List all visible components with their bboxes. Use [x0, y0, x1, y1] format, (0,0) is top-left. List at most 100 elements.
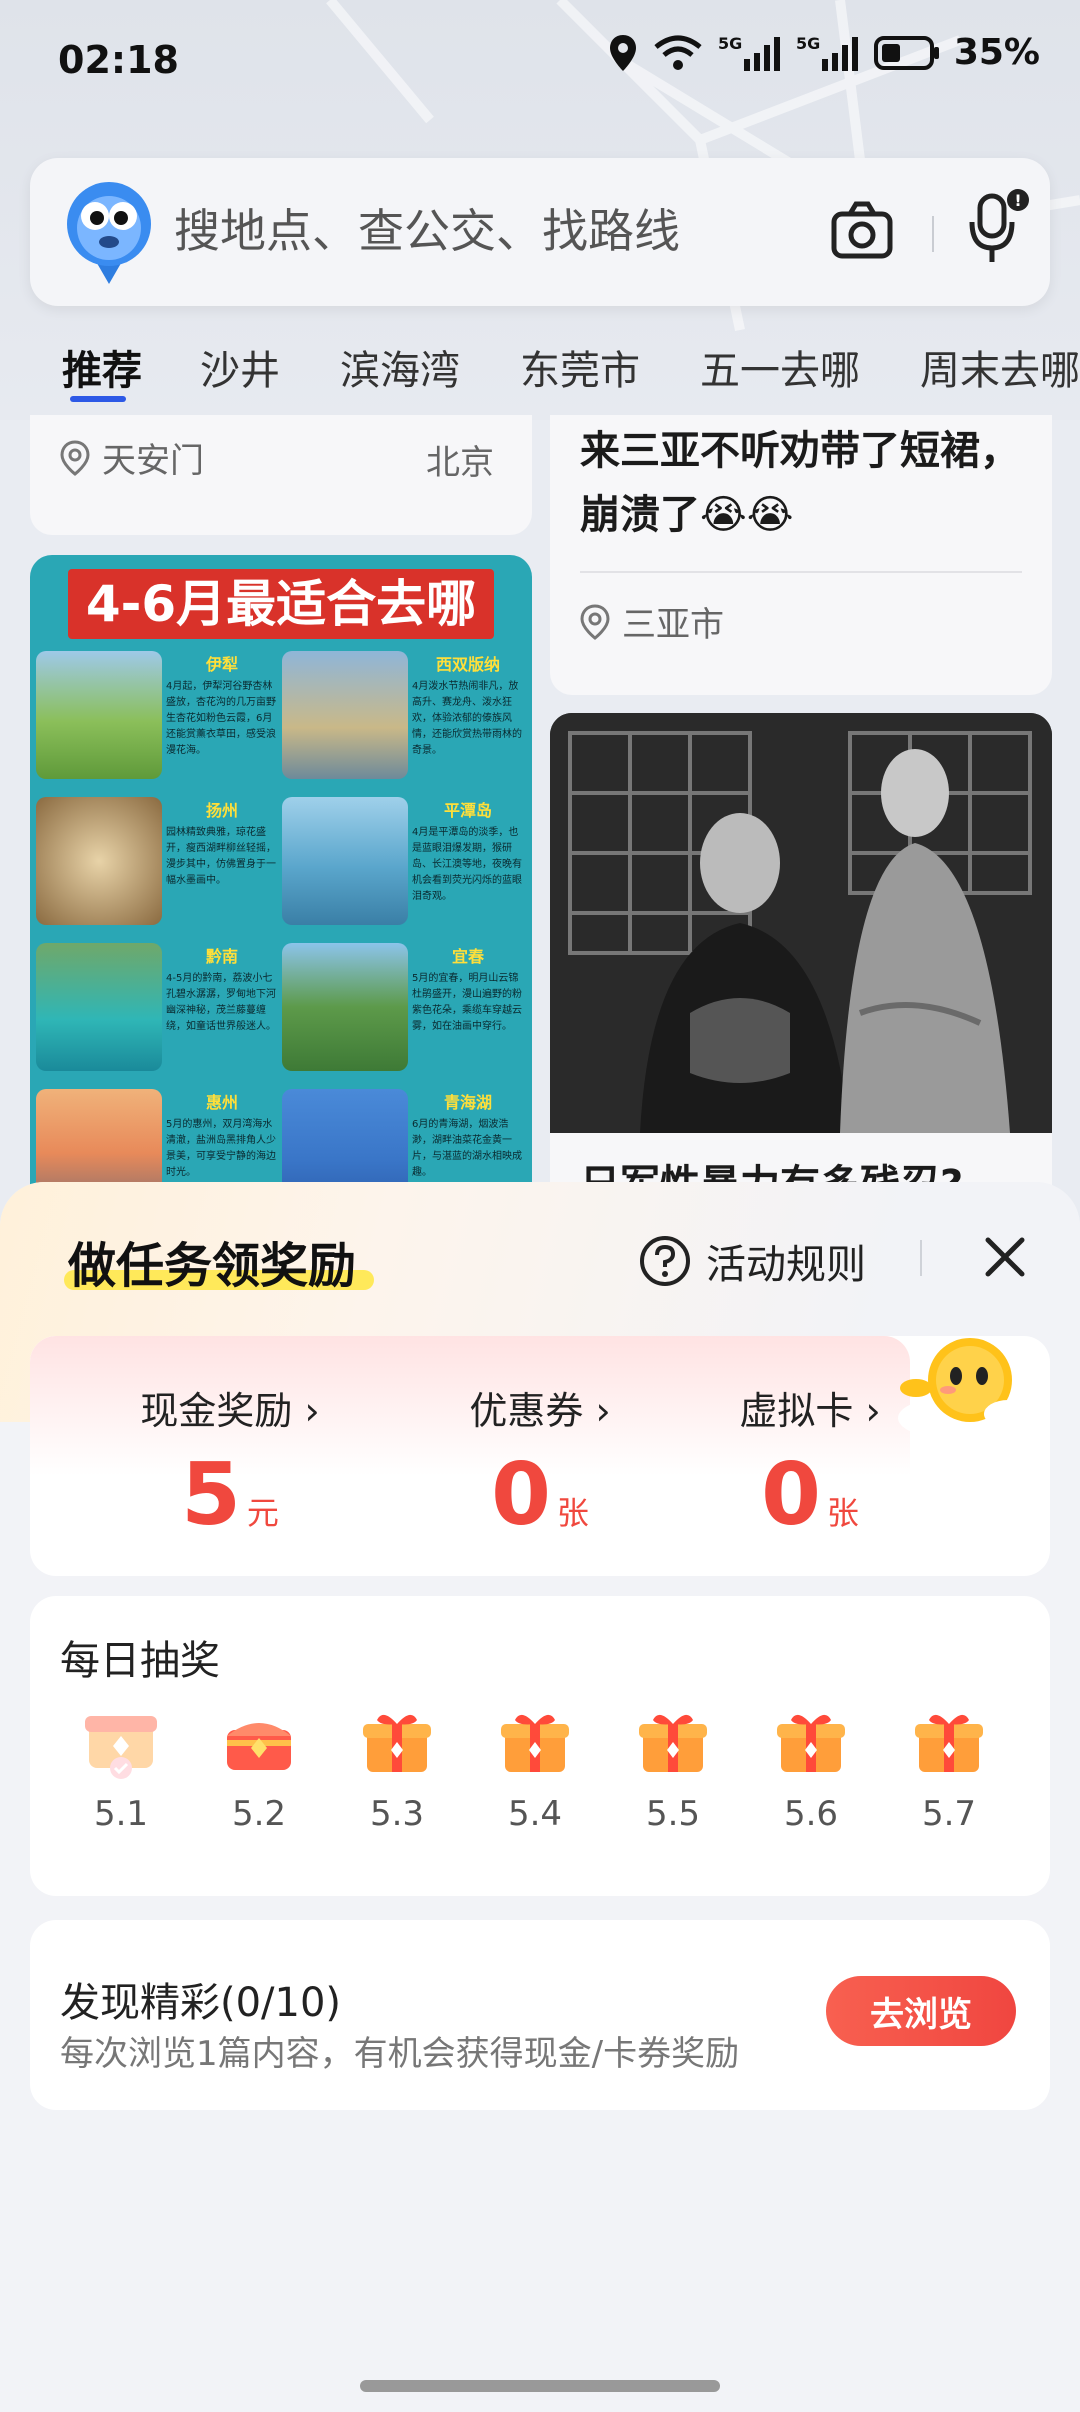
lottery-date: 5.1 — [93, 1794, 149, 1834]
lottery-date: 5.7 — [921, 1794, 977, 1834]
card-location: 天安门 — [102, 441, 204, 481]
lottery-date: 5.6 — [783, 1794, 839, 1834]
category-tabs: 推荐 沙井 滨海湾 东莞市 五一去哪 周末去哪 — [0, 330, 1080, 410]
poster-photo-yangzhou — [36, 797, 162, 925]
historical-photo-image — [550, 713, 1052, 1133]
search-divider — [932, 216, 934, 252]
card-divider — [580, 571, 1022, 573]
tab-recommend[interactable]: 推荐 — [62, 338, 142, 396]
discover-task-card: 发现精彩(0/10) 每次浏览1篇内容，有机会获得现金/卡券奖励 去浏览 — [30, 1920, 1050, 2110]
poster-cell-text: 4月是平潭岛的淡季，也是蓝眼泪爆发期，猴研岛、长江澳等地，夜晚有机会看到荧光闪烁… — [412, 827, 522, 902]
microphone-icon[interactable]: ! — [962, 188, 1032, 268]
poster-photo-xishuangbanna — [282, 651, 408, 779]
feed-card-historical-photo[interactable] — [550, 713, 1052, 1133]
lottery-date: 5.2 — [231, 1794, 287, 1834]
svg-text:5G: 5G — [718, 34, 742, 53]
lottery-date: 5.5 — [645, 1794, 701, 1834]
lottery-day-locked[interactable]: 5.3 — [342, 1706, 452, 1834]
poster-photo-pingtan — [282, 797, 408, 925]
reward-label: 优惠券 › — [469, 1389, 611, 1433]
reward-label: 现金奖励 › — [140, 1389, 320, 1433]
close-icon[interactable] — [980, 1232, 1030, 1282]
reward-unit: 张 — [826, 1494, 859, 1532]
poster-photo-yili — [36, 651, 162, 779]
poster-cell-title: 宜春 — [451, 947, 484, 966]
lottery-title: 每日抽奖 — [60, 1638, 220, 1684]
poster-cell-title: 黔南 — [205, 947, 238, 966]
poster-cell-title: 伊犁 — [205, 655, 238, 674]
feed-card-sanya[interactable]: 来三亚不听劝带了短裙，崩溃了😭😭 三亚市 — [550, 415, 1052, 695]
lottery-day-locked[interactable]: 5.7 — [894, 1706, 1004, 1834]
poster-cell-title: 惠州 — [205, 1093, 238, 1112]
gift-box-icon — [639, 1714, 707, 1772]
discover-subtitle: 每次浏览1篇内容，有机会获得现金/卡券奖励 — [60, 2034, 740, 2074]
daily-lottery-card: 每日抽奖 5.1 5.2 5.3 5.4 5.5 5.6 5.7 — [30, 1596, 1050, 1896]
lottery-date: 5.4 — [507, 1794, 563, 1834]
poster-heading: 4-6月最适合去哪 — [68, 569, 494, 639]
treasure-chest-icon — [227, 1723, 291, 1770]
card-city: 北京 — [426, 443, 494, 483]
poster-cell-title: 平潭岛 — [443, 801, 492, 820]
location-icon — [609, 34, 636, 71]
lottery-day-open[interactable]: 5.2 — [204, 1706, 314, 1834]
location-pin-icon — [60, 439, 90, 476]
emoji-mascot-icon — [898, 1338, 1032, 1436]
search-bar[interactable]: ! — [30, 158, 1050, 306]
feed: 天安门 北京 来三亚不听劝带了短裙，崩溃了😭😭 三亚市 4-6月最适合去哪 伊犁… — [0, 415, 1080, 1215]
sheet-title: 做任务领奖励 — [68, 1238, 357, 1294]
card-title: 来三亚不听劝带了短裙，崩溃了😭😭 — [580, 428, 1020, 538]
lottery-date: 5.3 — [369, 1794, 425, 1834]
gift-box-icon — [777, 1714, 845, 1772]
lottery-day-locked[interactable]: 5.5 — [618, 1706, 728, 1834]
home-indicator[interactable] — [360, 2380, 720, 2392]
poster-photo-qiannan — [36, 943, 162, 1071]
signal-5g-icon: 5G — [718, 34, 780, 71]
feed-card-tiananmen[interactable]: 天安门 北京 — [30, 415, 532, 535]
reward-unit: 张 — [556, 1494, 589, 1532]
reward-value: 0 — [761, 1445, 821, 1545]
battery-icon — [873, 35, 939, 70]
discover-title: 发现精彩(0/10) — [60, 1980, 342, 2026]
status-bar: 02:18 5G 5G 35% — [0, 0, 1080, 120]
poster-cell-title: 青海湖 — [443, 1093, 492, 1112]
poster-cell-title: 西双版纳 — [435, 655, 500, 674]
camera-icon[interactable] — [830, 198, 894, 262]
tab-binhaiwan[interactable]: 滨海湾 — [340, 338, 460, 396]
rules-label: 活动规则 — [706, 1242, 866, 1288]
poster-cell-text: 园林精致典雅，琼花盛开，瘦西湖畔柳丝轻摇，漫步其中，仿佛置身于一幅水墨画中。 — [166, 827, 276, 886]
reward-coupon[interactable]: 优惠券 › 0张 — [390, 1380, 690, 1545]
signal-5g-icon: 5G — [796, 34, 858, 71]
poster-card[interactable]: 4-6月最适合去哪 伊犁 4月起，伊犁河谷野杏林盛放，杏花沟的几万亩野生杏花如粉色… — [30, 555, 532, 1215]
reward-cash[interactable]: 现金奖励 › 5元 — [80, 1380, 380, 1545]
rules-link[interactable]: 活动规则 — [638, 1232, 866, 1290]
reward-value: 0 — [491, 1445, 551, 1545]
go-browse-button[interactable]: 去浏览 — [826, 1976, 1016, 2046]
svg-text:!: ! — [1014, 191, 1021, 210]
location-pin-icon — [580, 603, 610, 640]
gift-box-icon — [915, 1714, 983, 1772]
lottery-day-locked[interactable]: 5.4 — [480, 1706, 590, 1834]
tab-dongguan[interactable]: 东莞市 — [520, 338, 640, 396]
header-divider — [920, 1240, 922, 1276]
search-input[interactable] — [172, 198, 776, 264]
mascot-logo-icon — [67, 182, 151, 284]
reward-value: 5 — [181, 1445, 241, 1545]
gift-box-icon — [501, 1714, 569, 1772]
tab-weekend[interactable]: 周末去哪 — [920, 338, 1080, 396]
poster-cell-text: 4-5月的黔南，荔波小七孔碧水潺潺，罗甸地下河幽深神秘，茂兰藤蔓缠绕，如童话世界… — [166, 973, 276, 1032]
gift-box-claimed-icon — [85, 1716, 157, 1779]
tab-wuyi[interactable]: 五一去哪 — [700, 338, 860, 396]
lottery-day-claimed[interactable]: 5.1 — [66, 1706, 176, 1834]
poster-cell-title: 扬州 — [205, 801, 238, 820]
poster-cell-text: 4月起，伊犁河谷野杏林盛放，杏花沟的几万亩野生杏花如粉色云霞，6月还能赏薰衣草田… — [166, 681, 276, 756]
wifi-icon — [654, 35, 702, 70]
poster-photo-yichun — [282, 943, 408, 1071]
tab-shajing[interactable]: 沙井 — [200, 338, 280, 396]
status-time: 02:18 — [58, 38, 179, 82]
svg-text:5G: 5G — [796, 34, 820, 53]
active-tab-indicator — [70, 396, 126, 402]
lottery-day-locked[interactable]: 5.6 — [756, 1706, 866, 1834]
task-reward-sheet: 做任务领奖励 活动规则 现金奖励 › 5元 优惠券 › 0张 虚拟卡 › 0张 … — [0, 1182, 1080, 2412]
poster-cell-text: 4月泼水节热闹非凡，放高升、赛龙舟、泼水狂欢，体验浓郁的傣族风情，还能欣赏热带雨… — [412, 681, 522, 756]
gift-box-icon — [363, 1714, 431, 1772]
